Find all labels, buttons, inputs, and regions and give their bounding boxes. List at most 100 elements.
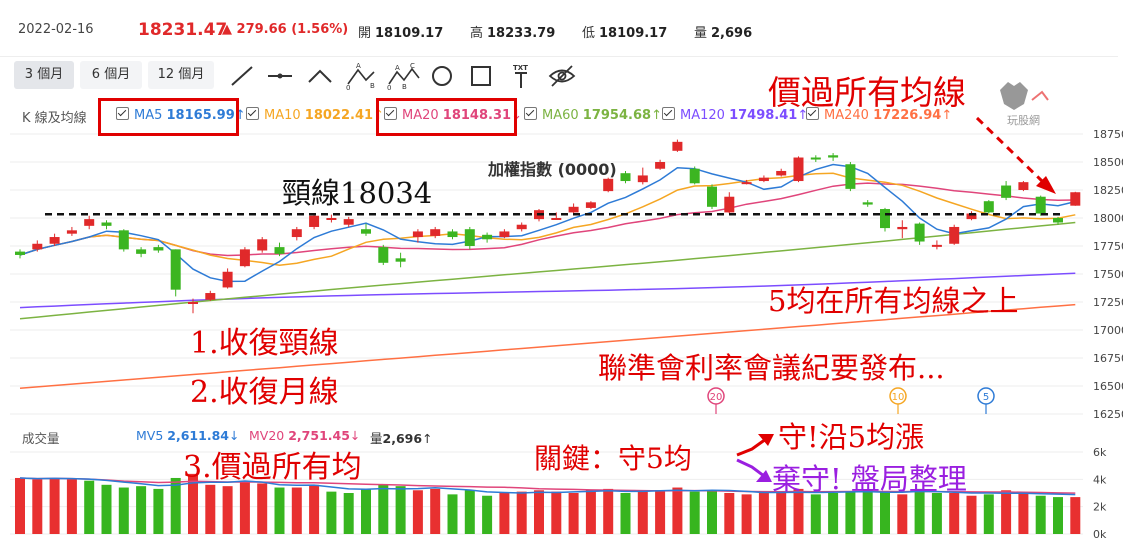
volume-legend: 成交量 MV5 2,611.84↓ MV20 2,751.45↓ 量2,696↑ <box>0 426 900 446</box>
volume-bar <box>931 493 942 534</box>
mv20-legend: MV20 2,751.45↓ <box>249 428 360 443</box>
candle-body <box>897 226 908 230</box>
volume-bar <box>447 494 458 534</box>
candle-body <box>655 162 666 169</box>
candle-body <box>153 247 164 251</box>
candle-body <box>689 168 700 184</box>
mv20-label: MV20 <box>249 428 285 443</box>
volume-bar <box>672 487 683 534</box>
annotation-hold-scenario: 守!沿5均漲 <box>778 420 925 454</box>
candle-body <box>568 206 579 213</box>
ma20-highlight-box <box>376 98 517 136</box>
volume-bar <box>153 488 164 534</box>
candle-body <box>274 247 285 254</box>
volume-bar <box>343 493 354 534</box>
volume-bar <box>828 493 839 534</box>
price-axis: 18750 18500 18250 18000 17750 17500 17250 17000… <box>1093 128 1123 421</box>
price-tick-label: 18750 <box>1093 128 1123 141</box>
annotation-fed-minutes: 聯準會利率會議紀要發布... <box>598 351 945 385</box>
volume-bar <box>637 491 648 534</box>
candle-body <box>603 178 614 192</box>
event-markers: 20 10 5 <box>707 387 995 414</box>
volume-bar <box>983 494 994 534</box>
volume-bar <box>499 493 510 534</box>
ma5-highlight-box <box>98 98 239 136</box>
candle-body <box>551 218 562 220</box>
candle-body <box>707 186 717 207</box>
candle-body <box>239 249 250 267</box>
candle-body <box>222 271 233 288</box>
candle-body <box>84 219 95 226</box>
candle-body <box>585 202 596 208</box>
volume-tick-label: 0k <box>1093 528 1107 541</box>
candle-body <box>741 182 752 185</box>
volume-bar <box>291 487 302 534</box>
volume-bar <box>239 482 250 534</box>
volume-tick-label: 4k <box>1093 473 1107 486</box>
mv20-arrow: ↓ <box>349 428 361 443</box>
candle-body <box>447 231 458 238</box>
volume-bar <box>1070 497 1081 534</box>
volume-bar <box>118 487 129 534</box>
candle-body <box>464 229 475 246</box>
volume-bar <box>205 484 216 534</box>
candle-body <box>793 157 804 182</box>
candle-body <box>378 247 389 263</box>
price-tick-label: 18000 <box>1093 212 1123 225</box>
candle-body <box>499 231 510 238</box>
volume-legend-title: 成交量 <box>22 431 60 446</box>
volume-bar <box>1035 495 1046 534</box>
event-marker-5[interactable]: 5 <box>977 387 995 414</box>
volume-bar <box>534 490 544 534</box>
volume-bar <box>395 486 406 534</box>
candle-body <box>326 218 337 220</box>
candle-body <box>49 237 60 244</box>
candle-body <box>118 230 129 250</box>
index-name-label: 加權指數 (0000) <box>488 160 617 179</box>
candle-body <box>845 164 856 189</box>
event-marker-label: 10 <box>892 392 905 403</box>
mv5-arrow: ↓ <box>228 428 240 443</box>
candle-body <box>620 173 631 182</box>
annotation-price-above-all-ma: 價過所有均線 <box>768 73 966 112</box>
volume-bar <box>568 493 579 534</box>
price-tick-label: 17750 <box>1093 240 1123 253</box>
annotation-step2: 2.收復月線 <box>190 375 339 410</box>
neckline-label: 頸線18034 <box>282 176 433 210</box>
volume-bar <box>412 490 423 534</box>
candle-body <box>15 251 25 255</box>
volume-tick-label: 2k <box>1093 501 1107 514</box>
candle-body <box>1035 196 1046 214</box>
volume-bar <box>222 486 233 534</box>
volume-bar <box>274 487 285 534</box>
annotation-step3: 3.價過所有均 <box>183 450 362 485</box>
candle-body <box>66 230 77 234</box>
candle-body <box>188 302 198 304</box>
volume-tick-label: 6k <box>1093 446 1107 459</box>
price-tick-label: 16500 <box>1093 380 1123 393</box>
volume-legend-value: 量2,696↑ <box>370 428 433 447</box>
candle-body <box>880 209 890 229</box>
price-tick-label: 18500 <box>1093 156 1123 169</box>
candle-body <box>1001 185 1012 198</box>
volume-bar <box>758 493 769 534</box>
volume-bar <box>66 479 77 534</box>
candle-body <box>516 224 527 230</box>
event-marker-label: 5 <box>983 392 989 403</box>
candle-body <box>343 219 354 225</box>
candle-body <box>828 155 839 158</box>
watermark-logo: 玩股網 <box>1000 82 1049 127</box>
candle-body <box>32 243 43 250</box>
candle-body <box>430 229 441 236</box>
price-tick-label: 17500 <box>1093 268 1123 281</box>
volume-bar <box>724 493 735 534</box>
mv5-legend: MV5 2,611.84↓ <box>136 428 239 443</box>
candle-body <box>862 202 873 205</box>
volume-bar <box>689 491 700 534</box>
price-tick-label: 16750 <box>1093 352 1123 365</box>
volume-bar <box>741 494 752 534</box>
event-marker-20[interactable]: 20 <box>707 387 725 414</box>
volume-bar <box>84 480 95 534</box>
candle-body <box>1070 192 1081 206</box>
event-marker-10[interactable]: 10 <box>889 387 907 414</box>
